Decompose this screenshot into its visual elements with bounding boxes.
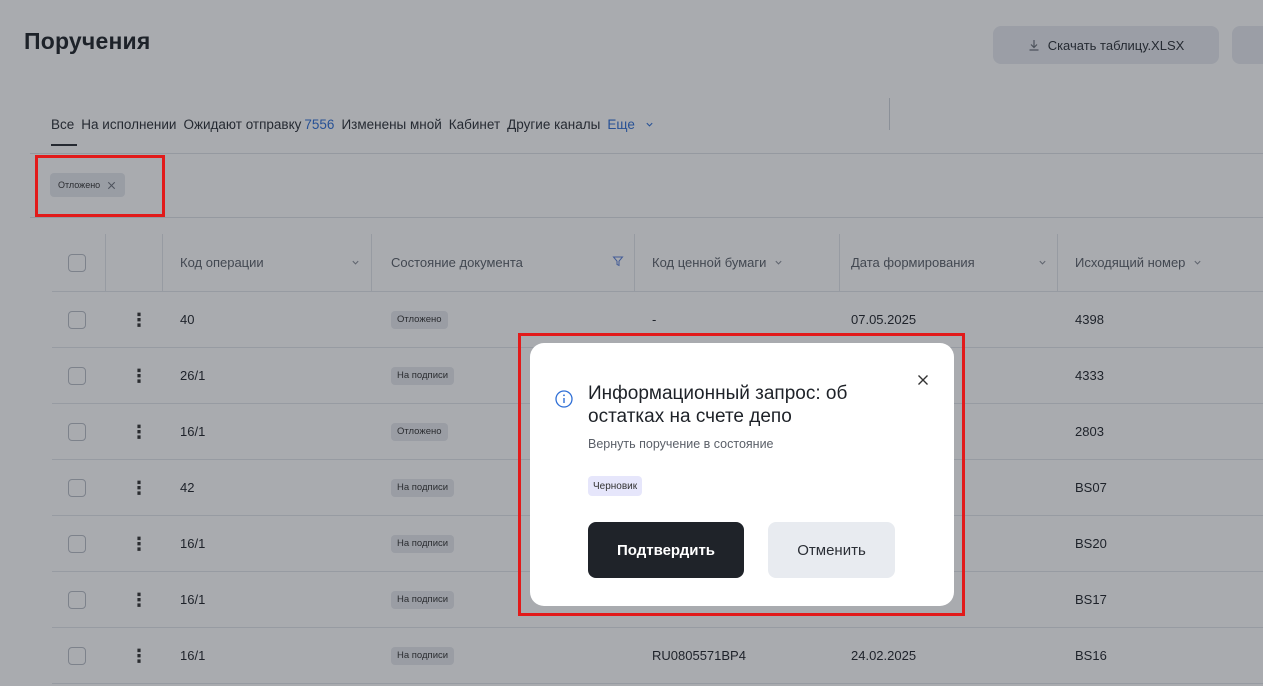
highlight-filter-chip: [35, 155, 165, 217]
highlight-dialog: [518, 333, 965, 616]
orders-page: Поручения Скачать таблицу.XLSX Все На ис…: [0, 0, 1263, 686]
